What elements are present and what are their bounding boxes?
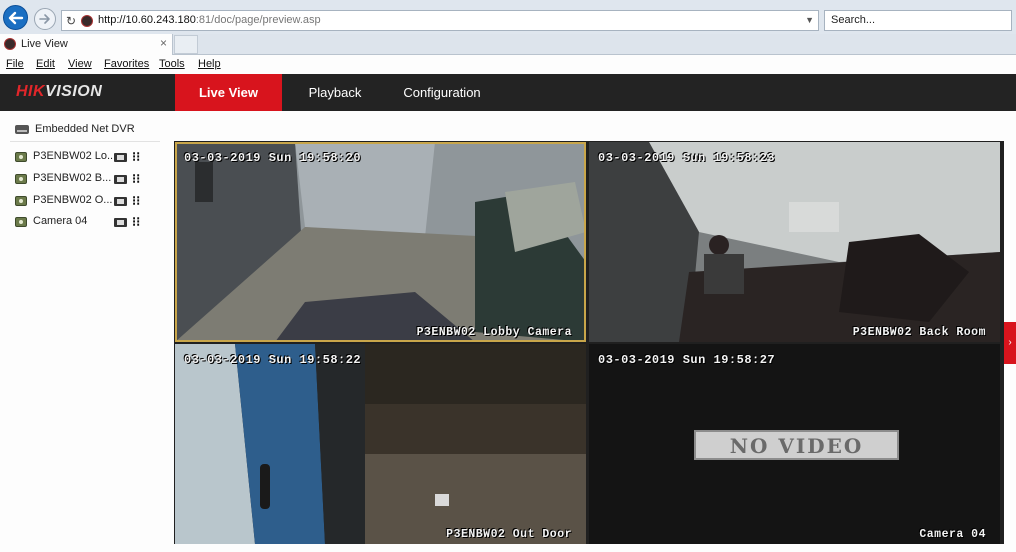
video-tile-camera-04[interactable]: 03-03-2019 Sun 19:58:27 NO VIDEO Camera …	[589, 344, 1000, 544]
camera-label: P3ENBW02 Lo...	[33, 150, 117, 162]
back-button[interactable]	[3, 5, 28, 30]
no-video-text: NO VIDEO	[729, 434, 864, 458]
camera-icon	[15, 196, 27, 206]
menu-file[interactable]: File	[6, 58, 24, 70]
video-timestamp: 03-03-2019 Sun 19:58:23	[598, 151, 776, 165]
nav-configuration[interactable]: Configuration	[392, 74, 492, 111]
video-caption: P3ENBW02 Out Door	[446, 528, 572, 541]
record-icon[interactable]	[114, 175, 127, 184]
arrow-left-icon	[8, 11, 24, 25]
arrow-right-icon	[39, 14, 50, 24]
menu-view[interactable]: View	[68, 58, 92, 70]
browser-address-bar: ↻ http://10.60.243.180:81/doc/page/previ…	[0, 0, 1016, 34]
camera-label: Camera 04	[33, 215, 88, 227]
ptz-control-icon[interactable]: ⁝⁝	[132, 172, 148, 187]
ptz-control-icon[interactable]: ⁝⁝	[132, 150, 148, 165]
video-feed	[175, 344, 586, 544]
video-feed	[589, 142, 1000, 342]
reload-icon[interactable]: ↻	[66, 14, 76, 28]
menu-help[interactable]: Help	[198, 58, 221, 70]
hikvision-logo: HIKVISION	[16, 83, 103, 100]
video-caption: P3ENBW02 Lobby Camera	[416, 326, 572, 339]
video-tile-lobby[interactable]: 03-03-2019 Sun 19:58:20 P3ENBW02 Lobby C…	[175, 142, 586, 342]
camera-icon	[15, 152, 27, 162]
tab-live-view[interactable]: Live View ×	[0, 34, 173, 55]
camera-label: P3ENBW02 B...	[33, 172, 112, 184]
video-tile-back-room[interactable]: 03-03-2019 Sun 19:58:23 P3ENBW02 Back Ro…	[589, 142, 1000, 342]
nav-live-view[interactable]: Live View	[175, 74, 282, 111]
chevron-down-icon[interactable]: ▼	[805, 15, 814, 25]
record-icon[interactable]	[114, 218, 127, 227]
forward-button[interactable]	[34, 8, 56, 30]
video-feed	[175, 142, 586, 342]
menu-bar: File Edit View Favorites Tools Help	[0, 56, 1016, 74]
app-header: HIKVISION Live View Playback Configurati…	[0, 74, 1016, 111]
device-label: Embedded Net DVR	[35, 123, 135, 135]
camera-list-item[interactable]: P3ENBW02 Lo... ⁝⁝	[15, 150, 165, 166]
close-icon[interactable]: ×	[160, 36, 167, 50]
url-text: http://10.60.243.180:81/doc/page/preview…	[98, 14, 321, 26]
nav-playback[interactable]: Playback	[292, 74, 378, 111]
record-icon[interactable]	[114, 197, 127, 206]
camera-icon	[15, 217, 27, 227]
camera-icon	[15, 174, 27, 184]
divider	[10, 141, 160, 142]
video-caption: P3ENBW02 Back Room	[852, 326, 986, 339]
video-tile-out-door[interactable]: 03-03-2019 Sun 19:58:22 P3ENBW02 Out Doo…	[175, 344, 586, 544]
new-tab-button[interactable]	[174, 35, 198, 54]
camera-list-item[interactable]: Camera 04 ⁝⁝	[15, 215, 165, 231]
video-caption: Camera 04	[919, 528, 986, 541]
device-sidebar: Embedded Net DVR P3ENBW02 Lo... ⁝⁝ P3ENB…	[0, 111, 165, 552]
no-video-badge: NO VIDEO	[694, 430, 899, 460]
menu-edit[interactable]: Edit	[36, 58, 55, 70]
video-timestamp: 03-03-2019 Sun 19:58:27	[598, 353, 776, 367]
url-host: http://10.60.243.180	[98, 14, 196, 26]
video-timestamp: 03-03-2019 Sun 19:58:22	[184, 353, 362, 367]
search-placeholder: Search...	[831, 14, 876, 26]
video-timestamp: 03-03-2019 Sun 19:58:20	[184, 151, 362, 165]
ptz-control-icon[interactable]: ⁝⁝	[132, 194, 148, 209]
camera-label: P3ENBW02 O...	[33, 194, 113, 206]
menu-favorites[interactable]: Favorites	[104, 58, 149, 70]
url-path: :81/doc/page/preview.asp	[195, 14, 321, 26]
record-icon[interactable]	[114, 153, 127, 162]
site-favicon-icon	[81, 15, 93, 27]
video-grid: 03-03-2019 Sun 19:58:20 P3ENBW02 Lobby C…	[174, 141, 1004, 544]
url-field[interactable]: ↻ http://10.60.243.180:81/doc/page/previ…	[61, 10, 819, 31]
menu-tools[interactable]: Tools	[159, 58, 185, 70]
search-input[interactable]: Search...	[824, 10, 1012, 31]
tab-title: Live View	[21, 38, 68, 50]
dvr-icon	[15, 125, 29, 134]
tab-strip: Live View ×	[0, 34, 1016, 55]
site-favicon-icon	[4, 38, 16, 50]
chevron-right-icon[interactable]: ›	[1004, 322, 1016, 364]
ptz-control-icon[interactable]: ⁝⁝	[132, 215, 148, 230]
camera-list-item[interactable]: P3ENBW02 B... ⁝⁝	[15, 172, 165, 188]
camera-list-item[interactable]: P3ENBW02 O... ⁝⁝	[15, 194, 165, 210]
